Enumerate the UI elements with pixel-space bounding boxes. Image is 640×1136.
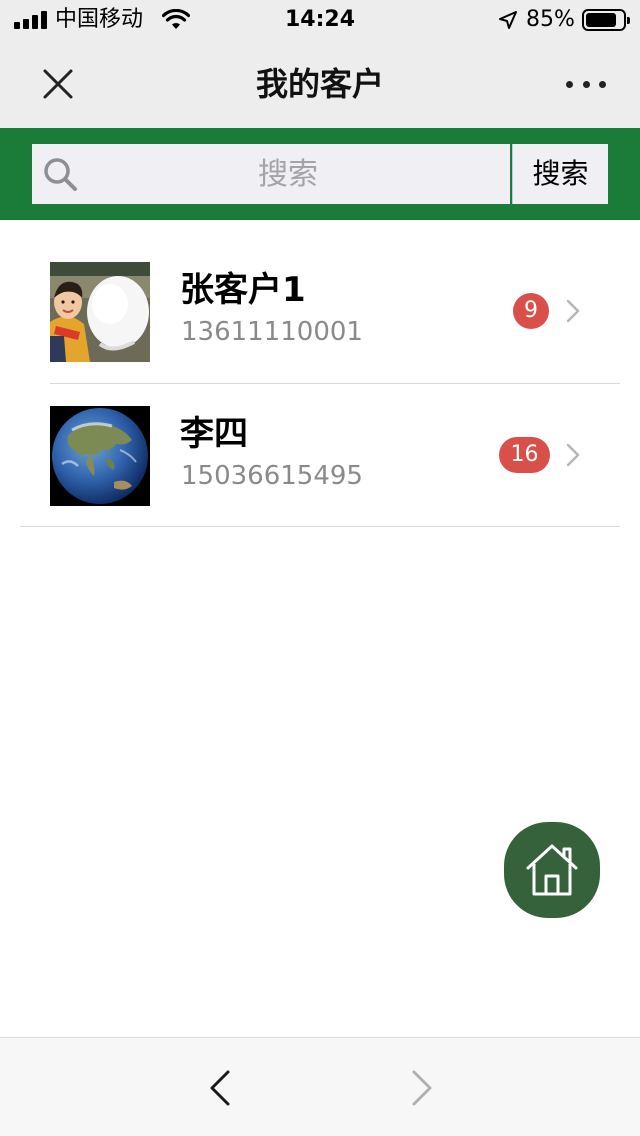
home-button[interactable] bbox=[504, 822, 600, 918]
page-title: 我的客户 bbox=[255, 65, 384, 103]
search-input[interactable] bbox=[88, 144, 488, 204]
chevron-right-icon bbox=[566, 299, 580, 323]
location-arrow-icon bbox=[499, 11, 517, 29]
customer-phone: 13611110001 bbox=[181, 317, 363, 347]
more-dots-icon bbox=[566, 80, 573, 88]
search-box bbox=[32, 144, 510, 204]
customer-row[interactable]: 张客户1 13611110001 9 bbox=[0, 238, 640, 382]
avatar bbox=[50, 406, 150, 506]
earth-globe-photo bbox=[50, 406, 150, 506]
search-icon bbox=[44, 158, 77, 191]
customer-name: 李四 bbox=[180, 414, 248, 454]
search-button[interactable]: 搜索 bbox=[512, 144, 608, 204]
home-icon bbox=[526, 844, 578, 896]
child-photo bbox=[50, 262, 150, 362]
status-bar: 中国移动 14:24 85% bbox=[0, 0, 640, 40]
divider bbox=[20, 526, 620, 527]
bottom-toolbar bbox=[0, 1037, 640, 1136]
back-button[interactable] bbox=[200, 1066, 240, 1110]
unread-badge: 16 bbox=[499, 437, 550, 473]
customer-row[interactable]: 李四 15036615495 16 bbox=[0, 382, 640, 526]
battery-percent: 85% bbox=[526, 7, 575, 32]
chevron-right-icon bbox=[566, 443, 580, 467]
more-options-button[interactable] bbox=[566, 70, 606, 98]
customer-name: 张客户1 bbox=[180, 270, 306, 310]
forward-button[interactable] bbox=[400, 1066, 440, 1110]
search-bar: 搜索 bbox=[0, 128, 640, 220]
avatar bbox=[50, 262, 150, 362]
unread-badge: 9 bbox=[513, 293, 549, 329]
customer-phone: 15036615495 bbox=[181, 461, 363, 491]
battery-icon bbox=[582, 9, 630, 31]
nav-bar: 我的客户 bbox=[0, 40, 640, 128]
